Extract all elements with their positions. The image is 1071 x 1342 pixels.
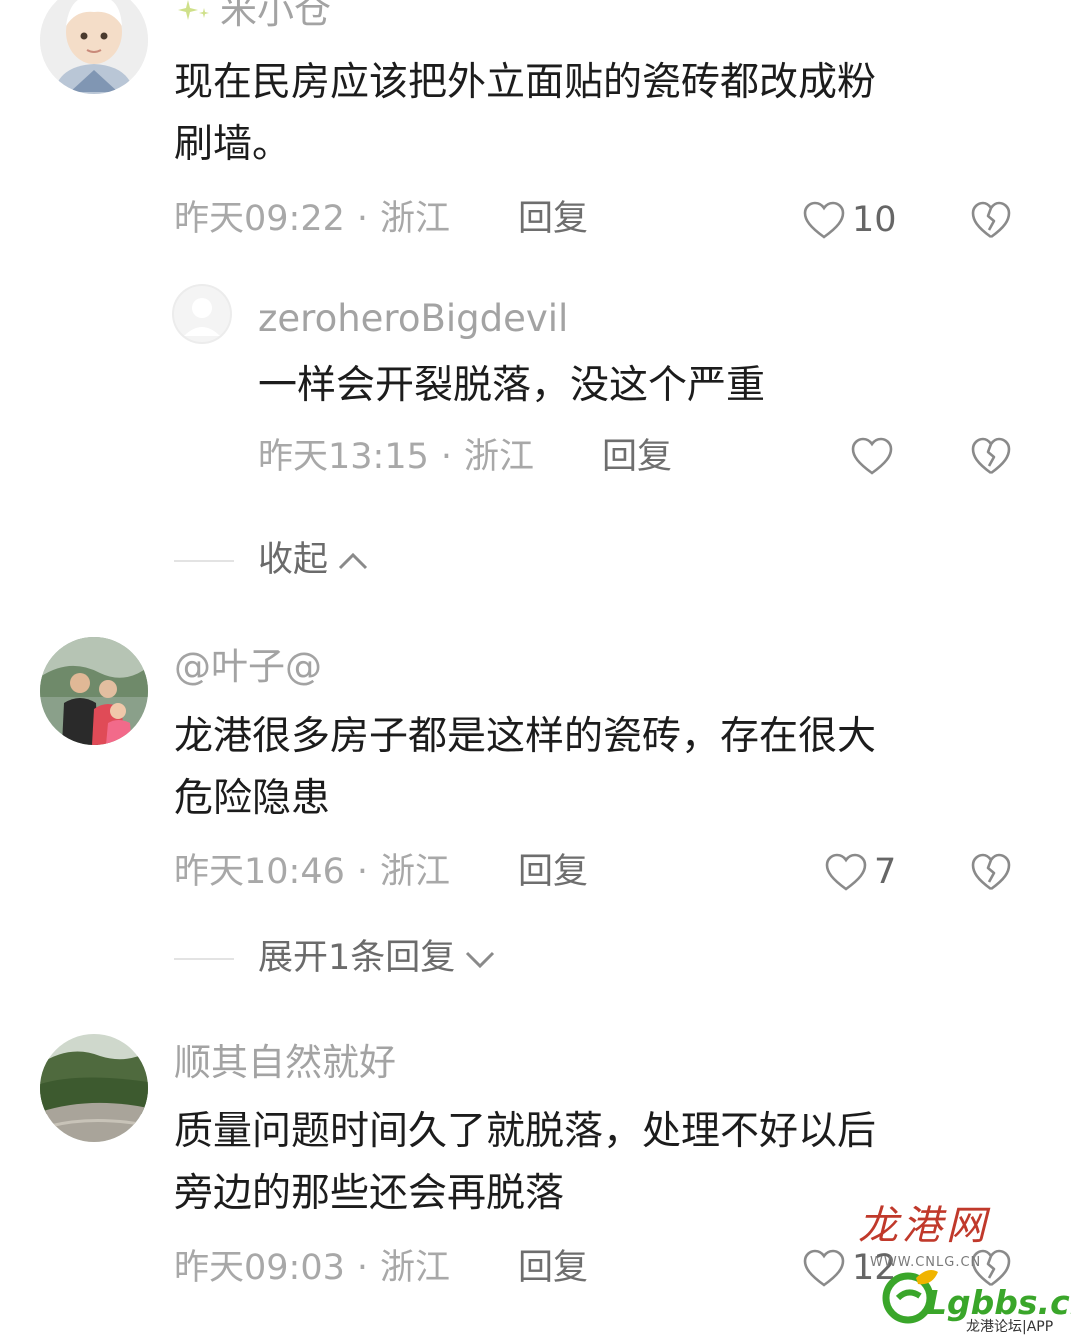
comment-time: 昨天09:03 xyxy=(174,1248,345,1288)
comment-location: 浙江 xyxy=(380,852,451,892)
reply-username[interactable]: zeroheroBigdevil xyxy=(258,300,568,337)
chevron-up-icon xyxy=(338,552,368,569)
comment-time: 昨天09:22 xyxy=(174,199,345,239)
avatar[interactable] xyxy=(40,637,148,745)
expand-replies-button[interactable]: 展开1条回复 xyxy=(258,941,497,976)
reply-text: 一样会开裂脱落，没这个严重 xyxy=(258,363,766,408)
reply-button[interactable]: 回复 xyxy=(518,202,588,237)
heart-icon xyxy=(825,853,867,891)
like-button[interactable] xyxy=(850,434,894,478)
dislike-button[interactable] xyxy=(970,436,1012,476)
cartoon-avatar-icon xyxy=(40,0,148,94)
comment-text: 质量问题时间久了就脱落，处理不好以后 旁边的那些还会再脱落 xyxy=(174,1109,877,1216)
comment-text: 现在民房应该把外立面贴的瓷砖都改成粉 刷墙。 xyxy=(174,60,877,167)
heart-icon xyxy=(803,201,845,239)
comment-location: 浙江 xyxy=(380,1248,451,1288)
comment-username[interactable]: @叶子@ xyxy=(174,648,322,685)
like-button[interactable]: 10 xyxy=(802,198,897,242)
broken-heart-icon xyxy=(971,437,1011,475)
sparkle-icon xyxy=(178,0,214,28)
reply-button[interactable]: 回复 xyxy=(518,855,588,890)
comment-location: 浙江 xyxy=(380,199,451,239)
like-count: 7 xyxy=(874,851,897,892)
family-photo-avatar-icon xyxy=(40,637,148,745)
avatar[interactable] xyxy=(172,284,232,344)
watermark-brand: Lgbbs.cn xyxy=(926,1283,1071,1322)
comment-time: 昨天10:46 xyxy=(174,852,345,892)
heart-icon xyxy=(803,1249,845,1287)
comment-meta: 昨天09:03 · 浙江 xyxy=(174,1251,450,1286)
dislike-button[interactable] xyxy=(970,200,1012,240)
broken-heart-icon xyxy=(971,853,1011,891)
reply-time: 昨天13:15 xyxy=(258,437,429,477)
separator: · xyxy=(356,199,369,239)
reply-meta: 昨天13:15 · 浙江 xyxy=(258,440,534,475)
watermark-logo: 龙港网 xyxy=(858,1203,990,1249)
broken-heart-icon xyxy=(971,201,1011,239)
heart-icon xyxy=(851,437,893,475)
separator: · xyxy=(440,437,453,477)
comment-username[interactable]: 米小仓 xyxy=(220,0,331,29)
comment-text: 龙港很多房子都是这样的瓷砖，存在很大 危险隐患 xyxy=(174,714,877,821)
comment-meta: 昨天10:46 · 浙江 xyxy=(174,855,450,890)
reply-button[interactable]: 回复 xyxy=(602,440,672,475)
default-user-icon xyxy=(172,284,232,344)
landscape-avatar-icon xyxy=(40,1034,148,1142)
thread-line-divider xyxy=(174,958,234,960)
separator: · xyxy=(356,1248,369,1288)
like-count: 10 xyxy=(852,199,897,240)
dislike-button[interactable] xyxy=(970,852,1012,892)
reply-button[interactable]: 回复 xyxy=(518,1251,588,1286)
like-button[interactable]: 7 xyxy=(824,850,896,894)
chevron-down-icon xyxy=(466,951,495,968)
thread-line-divider xyxy=(174,560,234,562)
collapse-replies-button[interactable]: 收起 xyxy=(258,543,370,578)
avatar[interactable] xyxy=(40,1034,148,1142)
separator: · xyxy=(356,852,369,892)
watermark-tag: 龙港论坛|APP xyxy=(966,1319,1054,1335)
comment-meta: 昨天09:22 · 浙江 xyxy=(174,202,450,237)
comment-username[interactable]: 顺其自然就好 xyxy=(174,1044,396,1081)
reply-location: 浙江 xyxy=(464,437,535,477)
avatar[interactable] xyxy=(40,0,148,94)
